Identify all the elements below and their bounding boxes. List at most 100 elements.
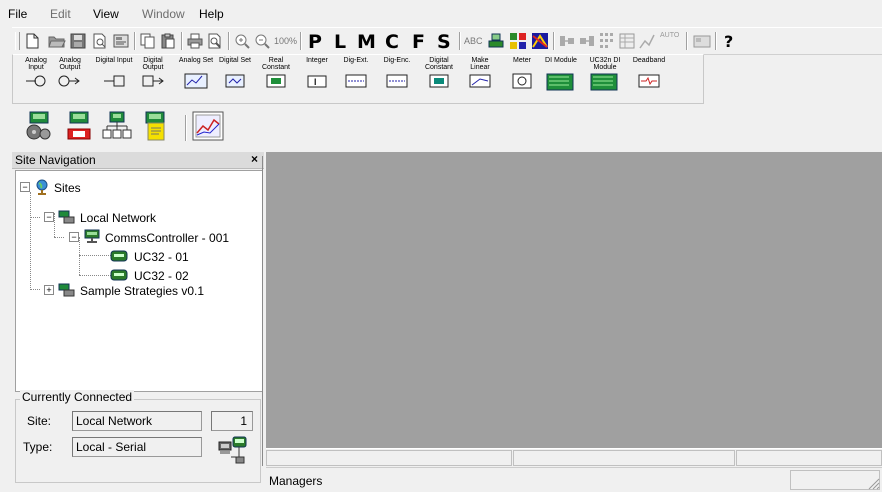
block-symbol-icon bbox=[345, 74, 367, 88]
block-digital-constant[interactable]: Digital Constant bbox=[420, 57, 458, 93]
block-symbol-icon bbox=[469, 74, 491, 88]
block-symbol-icon bbox=[26, 75, 46, 87]
site-navigation-panel: Site Navigation × − Sites − Local Networ… bbox=[12, 152, 264, 485]
bottom-bar: Managers bbox=[266, 467, 882, 492]
block-digital-input[interactable]: Digital Input bbox=[95, 57, 133, 93]
hierarchy-icon[interactable] bbox=[102, 111, 132, 141]
manager-toolbar bbox=[12, 107, 248, 149]
controller-icon bbox=[84, 229, 100, 243]
site-navigation-title: Site Navigation bbox=[15, 153, 96, 167]
help-icon[interactable]: ? bbox=[722, 32, 736, 50]
block-make-linear[interactable]: Make Linear bbox=[461, 57, 499, 93]
site-manager-icon[interactable] bbox=[24, 111, 54, 141]
block-symbol-icon bbox=[638, 74, 660, 88]
menu-view[interactable]: View bbox=[93, 7, 119, 21]
site-tree: − Sites − Local Network − CommsControlle… bbox=[15, 170, 263, 392]
block-symbol-icon bbox=[266, 74, 286, 88]
menu-help[interactable]: Help bbox=[199, 7, 224, 21]
block-meter[interactable]: Meter bbox=[503, 57, 541, 93]
open-folder-icon[interactable] bbox=[48, 33, 66, 49]
block-analog-set[interactable]: Analog Set bbox=[177, 57, 215, 93]
print-preview-icon[interactable] bbox=[92, 33, 108, 49]
zoom-in-icon[interactable] bbox=[234, 33, 250, 49]
mode-f-button[interactable]: F bbox=[412, 31, 425, 53]
svg-text:?: ? bbox=[724, 32, 733, 50]
abc-button[interactable]: ABC bbox=[464, 36, 483, 46]
block-deadband[interactable]: Deadband bbox=[630, 57, 668, 93]
graph-icon[interactable] bbox=[639, 33, 655, 49]
mode-s-button[interactable]: S bbox=[437, 31, 451, 53]
paste-icon[interactable] bbox=[160, 33, 176, 49]
mode-m-button[interactable]: M bbox=[357, 31, 376, 53]
collapse-icon[interactable]: − bbox=[44, 212, 54, 222]
block-real-constant[interactable]: Real Constant bbox=[257, 57, 295, 93]
type-label: Type: bbox=[23, 440, 53, 454]
copy-icon[interactable] bbox=[140, 33, 156, 49]
device-icon bbox=[110, 269, 128, 281]
zoom-out-icon[interactable] bbox=[254, 33, 270, 49]
align-left-icon[interactable] bbox=[559, 34, 575, 48]
status-row bbox=[266, 448, 882, 467]
network-icon[interactable] bbox=[487, 32, 505, 50]
device-icon bbox=[110, 250, 128, 262]
menu-edit[interactable]: Edit bbox=[50, 7, 71, 21]
globe-icon bbox=[36, 179, 48, 195]
block-symbol-icon bbox=[104, 75, 125, 87]
block-digital-set[interactable]: Digital Set bbox=[216, 57, 254, 93]
block-dig-enc[interactable]: Dig-Enc. bbox=[378, 57, 416, 93]
mode-p-button[interactable]: P bbox=[308, 31, 322, 53]
menu-file[interactable]: File bbox=[8, 7, 27, 21]
auto-button[interactable]: AUTO bbox=[660, 32, 679, 39]
zoom-page-icon[interactable] bbox=[207, 33, 223, 49]
collapse-icon[interactable]: − bbox=[20, 182, 30, 192]
block-symbol-icon bbox=[590, 73, 618, 91]
collapse-icon[interactable]: − bbox=[69, 232, 79, 242]
managers-tab[interactable]: Managers bbox=[269, 474, 322, 488]
block-symbol-icon: I bbox=[307, 75, 327, 88]
block-symbol-icon bbox=[386, 74, 408, 88]
block-toolbar: Analog Input Analog Output Digital Input Di… bbox=[12, 54, 704, 104]
wiring-icon[interactable] bbox=[531, 32, 549, 50]
site-label: Site: bbox=[27, 414, 52, 428]
site-field: Local Network bbox=[72, 411, 202, 431]
register-icon[interactable] bbox=[693, 33, 711, 49]
menu-window[interactable]: Window bbox=[142, 7, 185, 21]
table-icon[interactable] bbox=[619, 33, 635, 49]
expand-icon[interactable]: + bbox=[44, 285, 54, 295]
site-navigation-header: Site Navigation × bbox=[12, 152, 264, 169]
standard-toolbar: 100% P L M C F S ABC AUTO ? bbox=[12, 27, 882, 55]
block-symbol-icon bbox=[225, 74, 245, 88]
block-symbol-icon bbox=[429, 74, 449, 88]
type-field: Local - Serial bbox=[72, 437, 202, 457]
block-symbol-icon bbox=[58, 75, 80, 87]
modules-icon[interactable] bbox=[509, 32, 527, 50]
toolbar-grip[interactable] bbox=[15, 32, 20, 50]
save-icon[interactable] bbox=[70, 33, 86, 49]
resize-grip-icon[interactable] bbox=[868, 478, 880, 490]
block-analog-output[interactable]: Analog Output bbox=[51, 57, 89, 93]
currently-connected-group: Currently Connected Site: Local Network … bbox=[15, 390, 261, 484]
block-dig-ext[interactable]: Dig-Ext. bbox=[337, 57, 375, 93]
network-icon bbox=[58, 210, 75, 224]
network-icon bbox=[58, 283, 75, 297]
new-file-icon[interactable] bbox=[25, 33, 39, 49]
block-analog-input[interactable]: Analog Input bbox=[17, 57, 55, 93]
document-icon[interactable] bbox=[140, 111, 170, 141]
block-symbol-icon bbox=[512, 73, 532, 89]
block-di-module[interactable]: DI Module bbox=[542, 57, 580, 93]
block-digital-output[interactable]: Digital Output bbox=[134, 57, 172, 93]
mdi-workspace[interactable] bbox=[266, 152, 882, 448]
align-right-icon[interactable] bbox=[579, 34, 595, 48]
print-icon[interactable] bbox=[187, 33, 203, 49]
site-count-field: 1 bbox=[211, 411, 253, 431]
zoom-100-button[interactable]: 100% bbox=[274, 36, 297, 46]
mode-l-button[interactable]: L bbox=[334, 31, 346, 53]
controller-phone-icon[interactable] bbox=[65, 111, 95, 141]
grid-icon[interactable] bbox=[599, 32, 615, 50]
mode-c-button[interactable]: C bbox=[385, 31, 399, 53]
properties-icon[interactable] bbox=[113, 33, 129, 49]
trend-graph-icon[interactable] bbox=[192, 111, 224, 141]
block-integer[interactable]: Integer I bbox=[298, 57, 336, 93]
block-uc32n-di-module[interactable]: UC32n DI Module bbox=[586, 57, 624, 93]
close-panel-button[interactable]: × bbox=[251, 152, 258, 166]
